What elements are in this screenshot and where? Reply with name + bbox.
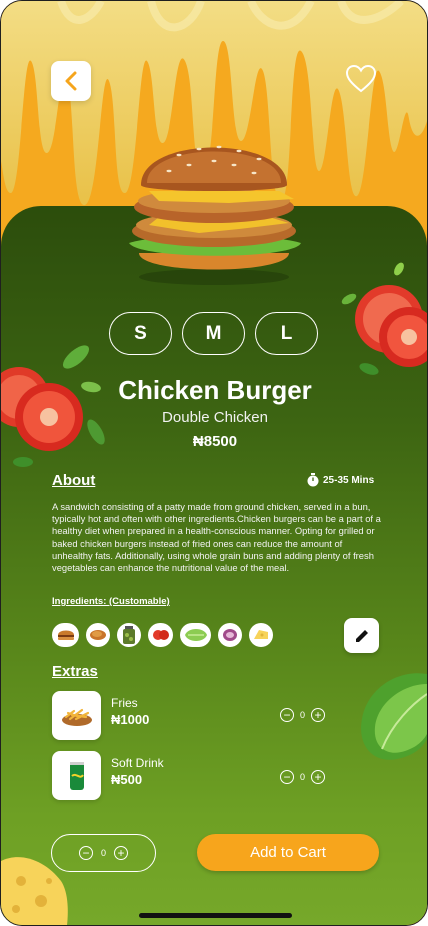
size-large-button[interactable]: L bbox=[255, 312, 318, 355]
increment-button[interactable]: + bbox=[311, 708, 326, 722]
extra-name: Soft Drink bbox=[111, 756, 164, 770]
chicken-icon[interactable] bbox=[86, 623, 110, 647]
pickle-jar-icon[interactable] bbox=[117, 623, 141, 647]
pencil-icon bbox=[355, 629, 368, 642]
onion-icon[interactable] bbox=[218, 623, 242, 647]
home-indicator bbox=[139, 913, 292, 918]
extras-heading: Extras bbox=[52, 663, 98, 680]
fries-image bbox=[52, 691, 101, 740]
about-description: A sandwich consisting of a patty made fr… bbox=[52, 501, 381, 574]
extra-name: Fries bbox=[111, 696, 138, 710]
increment-button[interactable]: + bbox=[311, 770, 326, 784]
tomato-icon[interactable] bbox=[148, 623, 173, 647]
prep-time-label: 25-35 Mins bbox=[323, 474, 375, 486]
size-selector: S M L bbox=[109, 312, 318, 355]
decrement-button[interactable]: − bbox=[78, 846, 93, 860]
bun-icon[interactable] bbox=[52, 623, 79, 647]
soft-drink-image bbox=[52, 751, 101, 800]
prep-time: 25-35 Mins bbox=[307, 473, 374, 487]
extra-item-fries: Fries ₦1000 − 0 + bbox=[52, 691, 382, 743]
extra-price: ₦1000 bbox=[111, 712, 150, 727]
main-quantity-stepper: − 0 + bbox=[51, 834, 156, 872]
extra-item-soft-drink: Soft Drink ₦500 − 0 + bbox=[52, 751, 382, 803]
tomato-decoration-left bbox=[1, 345, 105, 467]
lettuce-icon[interactable] bbox=[180, 623, 211, 647]
fries-quantity: 0 bbox=[300, 710, 306, 720]
about-heading: About bbox=[52, 472, 96, 489]
soft-drink-quantity-stepper: − 0 + bbox=[280, 770, 326, 784]
main-quantity: 0 bbox=[100, 848, 106, 858]
fries-quantity-stepper: − 0 + bbox=[280, 708, 326, 722]
back-button[interactable] bbox=[51, 61, 91, 101]
decrement-button[interactable]: − bbox=[280, 708, 294, 722]
increment-button[interactable]: + bbox=[114, 846, 128, 860]
burger-image bbox=[129, 145, 301, 285]
extra-price: ₦500 bbox=[111, 772, 143, 787]
add-to-cart-button[interactable]: Add to Cart bbox=[197, 834, 379, 871]
ingredients-list bbox=[52, 623, 273, 647]
soft-drink-quantity: 0 bbox=[300, 772, 306, 782]
size-medium-button[interactable]: M bbox=[182, 312, 245, 355]
size-small-button[interactable]: S bbox=[109, 312, 172, 355]
tomato-decoration-right bbox=[341, 262, 427, 375]
cheese-icon[interactable] bbox=[249, 623, 273, 647]
product-title: Chicken Burger bbox=[118, 375, 312, 405]
product-variant: Double Chicken bbox=[162, 409, 268, 426]
screen: S M L Chicken Burger Double Chicken ₦850… bbox=[0, 0, 428, 926]
product-price: ₦8500 bbox=[192, 433, 238, 450]
decrement-button[interactable]: − bbox=[280, 770, 294, 784]
chevron-left-icon bbox=[65, 71, 77, 91]
heart-icon[interactable] bbox=[345, 63, 377, 95]
stopwatch-icon bbox=[307, 473, 319, 487]
ingredients-heading[interactable]: Ingredients: (Customable) bbox=[52, 596, 170, 607]
edit-ingredients-button[interactable] bbox=[344, 618, 379, 653]
